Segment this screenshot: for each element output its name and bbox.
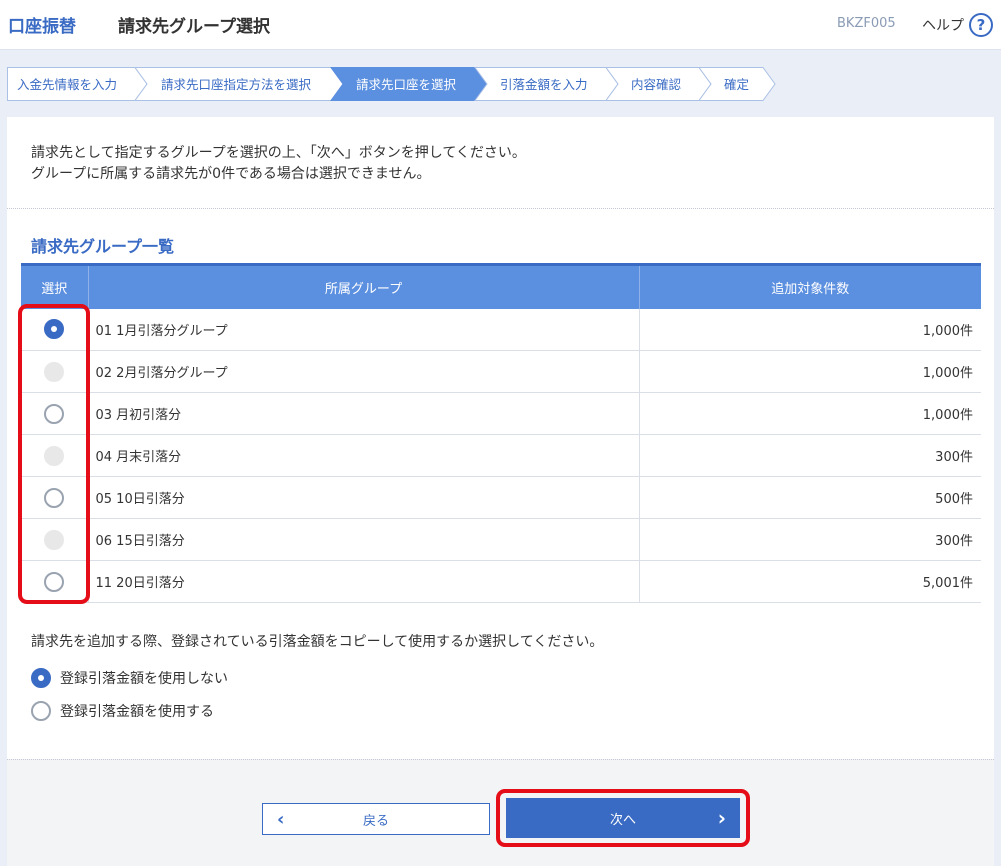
option-radio[interactable] <box>31 668 51 688</box>
table-row[interactable]: 05 10日引落分 500件 <box>21 476 981 519</box>
group-name: 02 2月引落分グループ <box>88 350 640 393</box>
section-title: 請求先グループ一覧 <box>31 237 175 256</box>
group-count: 300件 <box>639 518 981 561</box>
step-label: 請求先口座指定方法を選択 <box>161 77 312 92</box>
group-name: 11 20日引落分 <box>88 560 640 603</box>
group-count: 1,000件 <box>639 350 981 393</box>
option-label: 登録引落金額を使用する <box>60 704 214 720</box>
divider <box>7 208 994 209</box>
step-label: 入金先情報を入力 <box>17 77 117 92</box>
highlight-box-radio-column <box>18 304 90 604</box>
group-count: 1,000件 <box>639 392 981 435</box>
question-circle-icon: ? <box>969 13 993 37</box>
group-name: 05 10日引落分 <box>88 476 640 519</box>
instructions: 請求先として指定するグループを選択の上、「次へ」ボタンを押してください。 グルー… <box>31 143 526 185</box>
page-title: 請求先グループ選択 <box>118 17 270 37</box>
help-link[interactable]: ヘルプ ? <box>922 12 993 38</box>
button-area: ‹ 戻る 次へ › <box>7 759 994 866</box>
next-button[interactable]: 次へ › <box>506 798 740 838</box>
back-button-label: 戻る <box>362 813 389 829</box>
group-count: 1,000件 <box>639 308 981 351</box>
group-count: 5,001件 <box>639 560 981 603</box>
progress-steps-svg: 入金先情報を入力 請求先口座指定方法を選択 請求先口座を選択 引落金額を入力 内… <box>7 67 776 101</box>
help-label: ヘルプ <box>922 18 964 34</box>
group-name: 04 月末引落分 <box>88 434 640 477</box>
group-count: 500件 <box>639 476 981 519</box>
group-name: 06 15日引落分 <box>88 518 640 561</box>
instruction-line: 請求先として指定するグループを選択の上、「次へ」ボタンを押してください。 <box>31 145 526 161</box>
step-label: 確定 <box>724 77 749 92</box>
table-row: 04 月末引落分 300件 <box>21 434 981 477</box>
step-5: 内容確認 <box>605 67 712 101</box>
group-count: 300件 <box>639 434 981 477</box>
step-4: 引落金額を入力 <box>474 67 619 101</box>
copy-option-question: 請求先を追加する際、登録されている引落金額をコピーして使用するか選択してください… <box>31 634 604 650</box>
option-no-copy[interactable]: 登録引落金額を使用しない <box>31 668 228 688</box>
chevron-right-icon: › <box>717 806 726 830</box>
table-row[interactable]: 11 20日引落分 5,001件 <box>21 560 981 603</box>
step-1: 入金先情報を入力 <box>7 67 148 101</box>
step-3-current: 請求先口座を選択 <box>330 67 488 101</box>
back-button[interactable]: ‹ 戻る <box>262 803 490 835</box>
option-radio[interactable] <box>31 701 51 721</box>
main-card: 請求先として指定するグループを選択の上、「次へ」ボタンを押してください。 グルー… <box>7 117 994 866</box>
progress-steps: 入金先情報を入力 請求先口座指定方法を選択 請求先口座を選択 引落金額を入力 内… <box>7 67 777 101</box>
table-row: 02 2月引落分グループ 1,000件 <box>21 350 981 393</box>
group-name: 03 月初引落分 <box>88 392 640 435</box>
screen-id: BKZF005 <box>837 16 896 31</box>
table-header-row: 選択 所属グループ 追加対象件数 <box>21 263 981 309</box>
option-label: 登録引落金額を使用しない <box>60 671 228 687</box>
column-header-group: 所属グループ <box>88 263 640 309</box>
option-copy[interactable]: 登録引落金額を使用する <box>31 701 214 721</box>
app-header: 口座振替 請求先グループ選択 BKZF005 ヘルプ ? <box>0 0 1001 50</box>
column-header-select: 選択 <box>21 263 89 309</box>
column-header-count: 追加対象件数 <box>639 263 981 309</box>
step-2: 請求先口座指定方法を選択 <box>134 67 344 101</box>
step-label: 内容確認 <box>631 77 682 92</box>
step-label: 請求先口座を選択 <box>356 77 457 92</box>
group-table: 選択 所属グループ 追加対象件数 01 1月引落分グループ 1,000件 02 … <box>21 263 981 603</box>
chevron-left-icon: ‹ <box>277 809 285 830</box>
table-row: 06 15日引落分 300件 <box>21 518 981 561</box>
app-title: 口座振替 <box>8 17 76 37</box>
step-label: 引落金額を入力 <box>500 77 588 92</box>
step-6: 確定 <box>698 67 776 101</box>
instruction-line: グループに所属する請求先が0件である場合は選択できません。 <box>31 166 431 182</box>
group-name: 01 1月引落分グループ <box>88 308 640 351</box>
table-row[interactable]: 03 月初引落分 1,000件 <box>21 392 981 435</box>
table-row[interactable]: 01 1月引落分グループ 1,000件 <box>21 308 981 351</box>
next-button-label: 次へ <box>609 812 636 828</box>
